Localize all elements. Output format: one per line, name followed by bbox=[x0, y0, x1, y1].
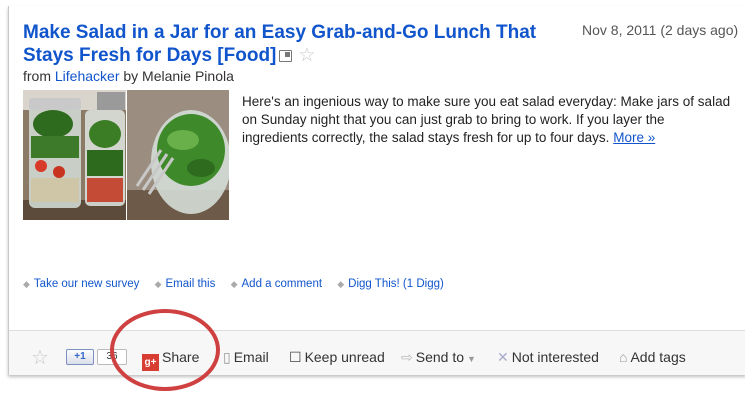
plusone-button[interactable]: +1 bbox=[66, 349, 94, 365]
keep-unread-label[interactable]: Keep unread bbox=[305, 349, 385, 365]
action-survey-label[interactable]: Take our new survey bbox=[34, 278, 139, 290]
keep-unread-button[interactable]: ☐ Keep unread bbox=[289, 349, 385, 366]
not-interested-label[interactable]: Not interested bbox=[512, 349, 599, 365]
snippet-text: Here's an ingenious way to make sure you… bbox=[242, 94, 731, 145]
star-icon[interactable]: ☆ bbox=[298, 45, 315, 66]
salad-jars-photo[interactable] bbox=[23, 90, 126, 220]
send-to-label[interactable]: Send to bbox=[416, 349, 464, 365]
action-survey[interactable]: ◆ Take our new survey bbox=[23, 278, 139, 290]
add-tags-label[interactable]: Add tags bbox=[630, 349, 685, 365]
popout-icon[interactable] bbox=[279, 50, 293, 62]
tag-icon: ⌂ bbox=[619, 349, 628, 365]
item-source: from Lifehacker by Melanie Pinola bbox=[23, 68, 234, 84]
email-label[interactable]: Email bbox=[234, 349, 269, 365]
source-prefix: from bbox=[23, 68, 51, 84]
diamond-icon: ◆ bbox=[23, 279, 30, 289]
plusone-count: 36 bbox=[97, 349, 127, 365]
item-snippet: Here's an ingenious way to make sure you… bbox=[242, 93, 732, 147]
more-link[interactable]: More » bbox=[613, 130, 655, 145]
action-email-this-label[interactable]: Email this bbox=[166, 278, 216, 290]
checkbox-icon[interactable]: ☐ bbox=[289, 349, 302, 365]
action-email-this[interactable]: ◆ Email this bbox=[155, 278, 216, 290]
spinach-jar-photo[interactable] bbox=[127, 90, 229, 220]
source-link[interactable]: Lifehacker bbox=[55, 68, 120, 84]
x-icon: ✕ bbox=[497, 349, 509, 365]
star-icon[interactable]: ☆ bbox=[31, 345, 49, 370]
google-plus-icon: g+ bbox=[142, 354, 159, 371]
inline-actions: ◆ Take our new survey ◆ Email this ◆ Add a … bbox=[23, 278, 456, 290]
send-to-button[interactable]: ⇨ Send to ▼ bbox=[401, 349, 476, 366]
diamond-icon: ◆ bbox=[230, 279, 238, 289]
diamond-icon: ◆ bbox=[154, 279, 162, 289]
action-add-comment[interactable]: ◆ Add a comment bbox=[231, 278, 322, 290]
item-title[interactable]: Make Salad in a Jar for an Easy Grab-and… bbox=[23, 21, 568, 67]
email-icon: ▯ bbox=[223, 349, 231, 365]
share-button[interactable]: g+ Share bbox=[142, 349, 199, 371]
email-button[interactable]: ▯ Email bbox=[223, 349, 269, 366]
not-interested-button[interactable]: ✕ Not interested bbox=[497, 349, 599, 366]
add-tags-button[interactable]: ⌂ Add tags bbox=[619, 349, 686, 365]
share-label[interactable]: Share bbox=[162, 349, 199, 365]
chevron-down-icon: ▼ bbox=[467, 354, 476, 364]
arrow-right-icon: ⇨ bbox=[401, 349, 413, 365]
diamond-icon: ◆ bbox=[337, 279, 345, 289]
action-digg[interactable]: ◆ Digg This! (1 Digg) bbox=[337, 278, 444, 290]
feed-item-card: Make Salad in a Jar for an Easy Grab-and… bbox=[8, 6, 745, 375]
action-add-comment-label[interactable]: Add a comment bbox=[242, 278, 323, 290]
item-date: Nov 8, 2011 (2 days ago) bbox=[582, 22, 739, 38]
source-author: by Melanie Pinola bbox=[123, 68, 234, 84]
action-digg-label[interactable]: Digg This! (1 Digg) bbox=[348, 278, 444, 290]
item-footer-toolbar: ☆ +1 36 g+ Share ▯ Email ☐ Keep unread ⇨ Sen… bbox=[9, 330, 745, 375]
